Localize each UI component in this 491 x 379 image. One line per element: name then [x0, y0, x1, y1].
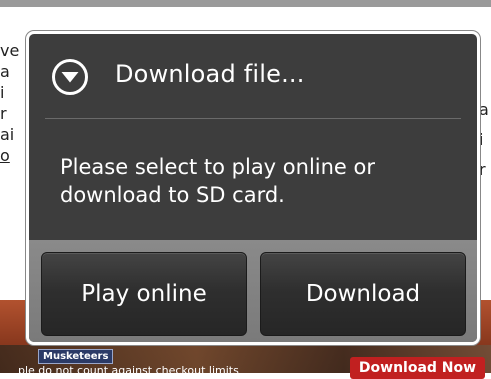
bg-text-fragment: r: [0, 104, 7, 123]
chevron-down-circle-icon: [51, 58, 89, 96]
background-top-bar: [0, 0, 491, 7]
dialog-button-bar: Play online Download: [29, 240, 477, 342]
background-footer-text: ple do not count against checkout limits: [18, 364, 239, 377]
background-right-text: a i r: [479, 95, 491, 185]
bg-text-fragment: a: [479, 100, 489, 119]
bg-text-fragment: i: [0, 83, 5, 102]
dialog-title: Download file...: [115, 60, 305, 88]
bg-text-fragment: o: [0, 146, 10, 165]
dialog-message: Please select to play online or download…: [60, 155, 375, 207]
background-left-text: ve a i r ai o: [0, 40, 20, 166]
dialog-header: Download file...: [29, 34, 477, 122]
play-online-button[interactable]: Play online: [41, 252, 247, 336]
musketeers-label: Musketeers: [38, 349, 114, 364]
bg-text-fragment: ve: [0, 41, 20, 60]
download-button[interactable]: Download: [260, 252, 466, 336]
bg-text-fragment: a: [0, 62, 10, 81]
dialog-divider: [45, 118, 461, 119]
bg-text-fragment: ai: [0, 125, 15, 144]
download-dialog: Download file... Please select to play o…: [26, 31, 480, 345]
download-now-button[interactable]: Download Now: [350, 357, 485, 379]
